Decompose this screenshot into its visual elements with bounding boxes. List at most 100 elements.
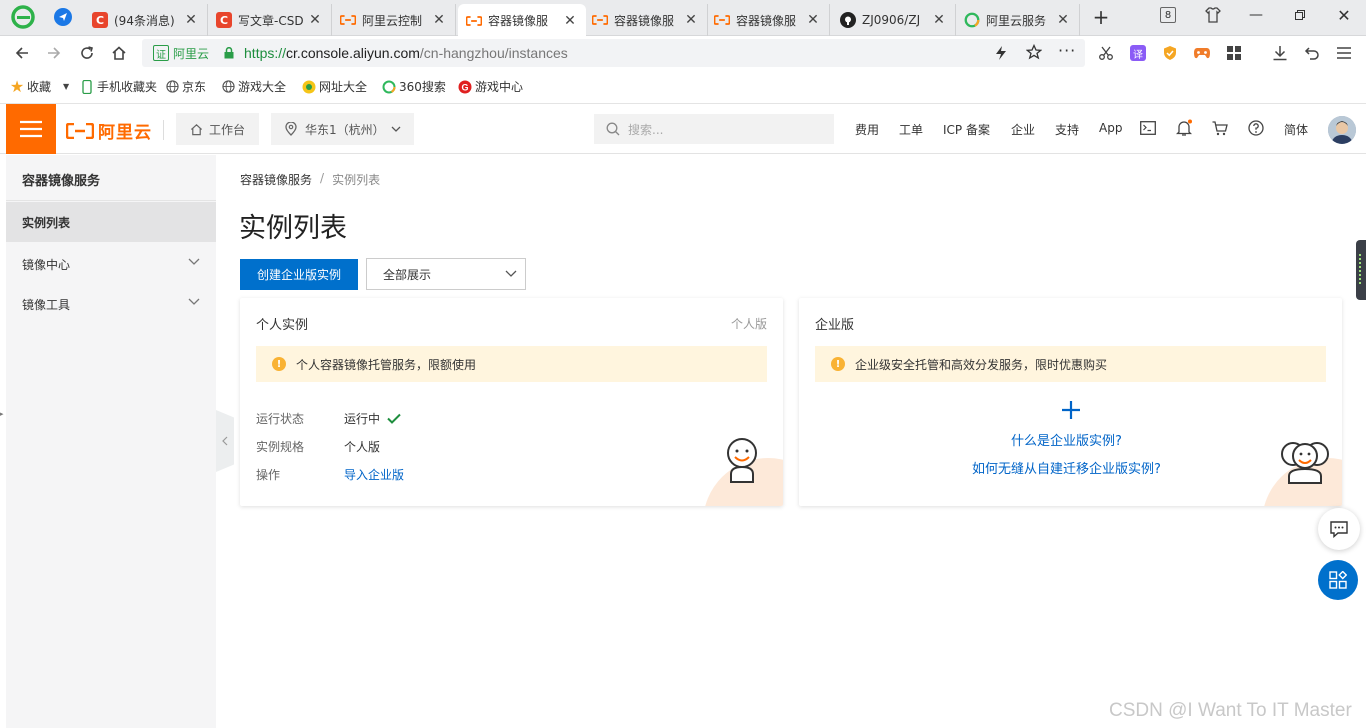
nav-support[interactable]: 支持 bbox=[1055, 121, 1079, 138]
lightning-icon[interactable] bbox=[994, 45, 1008, 61]
breadcrumb-item-service[interactable]: 容器镜像服务 bbox=[240, 171, 312, 188]
browser-tab[interactable]: C 写文章-CSD ✕ bbox=[208, 4, 332, 36]
nav-enterprise[interactable]: 企业 bbox=[1011, 121, 1035, 138]
tab-close-icon[interactable]: ✕ bbox=[683, 12, 699, 28]
url-field[interactable]: 证 阿里云 https://cr.console.aliyun.com/cn-h… bbox=[142, 39, 1085, 67]
sidebar-item-instances[interactable]: 实例列表 bbox=[6, 202, 216, 242]
tab-close-icon[interactable]: ✕ bbox=[307, 12, 323, 28]
bookmark-label: 京东 bbox=[182, 80, 207, 94]
chevron-down-icon bbox=[188, 258, 200, 265]
status-text: 运行中 bbox=[344, 412, 381, 426]
more-options-icon[interactable]: ··· bbox=[1058, 41, 1076, 60]
right-side-scroll-tab[interactable] bbox=[1356, 240, 1366, 300]
certificate-badge[interactable]: 证 阿里云 bbox=[150, 45, 212, 62]
tab-close-icon[interactable]: ✕ bbox=[1055, 12, 1071, 28]
gamepad-icon[interactable] bbox=[1192, 44, 1212, 62]
sidebar-item-image-center[interactable]: 镜像中心 bbox=[6, 244, 216, 284]
notice-text: 个人容器镜像托管服务，限额使用 bbox=[296, 357, 477, 372]
sidebar-collapse-handle[interactable] bbox=[216, 410, 234, 472]
aliyun-logo[interactable]: 阿里云 bbox=[66, 118, 152, 143]
home-icon[interactable] bbox=[107, 41, 131, 65]
globe-icon bbox=[221, 80, 235, 94]
translate-icon[interactable]: 译 bbox=[1128, 44, 1148, 62]
tab-close-icon[interactable]: ✕ bbox=[431, 12, 447, 28]
personal-instance-card[interactable]: 个人实例 个人版 ! 个人容器镜像托管服务，限额使用 运行状态 运行中 实例规格… bbox=[240, 298, 783, 506]
browser-tab[interactable]: 阿里云控制 ✕ bbox=[332, 4, 456, 36]
bookmark-360[interactable]: 360搜索 bbox=[382, 78, 446, 95]
nav-ticket[interactable]: 工单 bbox=[899, 121, 923, 138]
bookmark-mobile[interactable]: 手机收藏夹 bbox=[80, 78, 157, 95]
browser-tab[interactable]: 阿里云服务 ✕ bbox=[956, 4, 1080, 36]
bookmark-sites[interactable]: 网址大全 bbox=[302, 78, 367, 95]
new-tab-button[interactable]: + bbox=[1090, 5, 1112, 29]
spec-label: 实例规格 bbox=[256, 440, 305, 454]
browser-tab[interactable]: 容器镜像服 ✕ bbox=[584, 4, 708, 36]
nav-billing[interactable]: 费用 bbox=[855, 121, 879, 138]
shield-icon[interactable] bbox=[1160, 44, 1180, 62]
pinned-tab-icon[interactable] bbox=[54, 8, 72, 26]
terminal-icon[interactable] bbox=[1140, 121, 1156, 135]
undo-icon[interactable] bbox=[1302, 44, 1322, 62]
bookmark-label: 游戏中心 bbox=[475, 80, 524, 94]
language-switch[interactable]: 简体 bbox=[1284, 121, 1308, 138]
tab-close-icon[interactable]: ✕ bbox=[931, 12, 947, 28]
scissors-icon[interactable] bbox=[1096, 44, 1116, 62]
bookmark-favorites[interactable]: ★ 收藏 ▼ bbox=[9, 77, 69, 96]
help-icon[interactable] bbox=[1248, 120, 1264, 136]
aliyun-icon bbox=[340, 12, 356, 28]
forward-arrow-icon[interactable] bbox=[42, 41, 66, 65]
browser-logo-icon[interactable] bbox=[10, 4, 36, 30]
bookmark-game-center[interactable]: G 游戏中心 bbox=[458, 78, 523, 95]
bookmark-label: 游戏大全 bbox=[238, 80, 287, 94]
aliyun-icon bbox=[714, 12, 730, 28]
bookmark-label: 网址大全 bbox=[319, 80, 368, 94]
console-search-input[interactable]: 搜索... bbox=[594, 114, 834, 144]
browser-tab[interactable]: 容器镜像服 ✕ bbox=[458, 4, 586, 37]
close-window-button[interactable]: ✕ bbox=[1322, 0, 1366, 30]
star-icon[interactable] bbox=[1026, 44, 1042, 60]
cart-icon[interactable] bbox=[1212, 121, 1228, 136]
bell-icon[interactable] bbox=[1176, 119, 1192, 137]
tab-close-icon[interactable]: ✕ bbox=[562, 13, 578, 29]
tab-title: 写文章-CSD bbox=[238, 13, 304, 28]
notice-text: 企业级安全托管和高效分发服务，限时优惠购买 bbox=[855, 357, 1108, 372]
tab-close-icon[interactable]: ✕ bbox=[805, 12, 821, 28]
back-arrow-icon[interactable] bbox=[10, 41, 34, 65]
nav-icp[interactable]: ICP 备案 bbox=[943, 121, 990, 138]
shirt-icon[interactable] bbox=[1204, 6, 1222, 24]
apps-float-button[interactable] bbox=[1318, 560, 1358, 600]
import-enterprise-link[interactable]: 导入企业版 bbox=[344, 466, 404, 483]
star-filled-icon: ★ bbox=[9, 77, 25, 96]
minimize-button[interactable]: — bbox=[1234, 0, 1278, 30]
what-is-enterprise-link[interactable]: 什么是企业版实例? bbox=[799, 430, 1334, 449]
avatar[interactable] bbox=[1328, 116, 1356, 144]
migration-guide-link[interactable]: 如何无缝从自建迁移企业版实例? bbox=[799, 458, 1334, 477]
tab-close-icon[interactable]: ✕ bbox=[183, 12, 199, 28]
reload-icon[interactable] bbox=[75, 41, 99, 65]
url-text: https://cr.console.aliyun.com/cn-hangzho… bbox=[244, 45, 568, 61]
apps-grid-icon[interactable] bbox=[1224, 44, 1244, 62]
browser-tab[interactable]: 容器镜像服 ✕ bbox=[706, 4, 830, 36]
create-enterprise-instance-button[interactable]: 创建企业版实例 bbox=[240, 259, 358, 290]
workbench-button[interactable]: 工作台 bbox=[176, 113, 259, 145]
feedback-button[interactable] bbox=[1318, 508, 1360, 550]
warning-icon: ! bbox=[272, 357, 286, 371]
browser-tab[interactable]: ZJ0906/ZJ ✕ bbox=[832, 4, 956, 36]
tab-count-badge[interactable]: 8 bbox=[1160, 7, 1176, 23]
bookmark-jd[interactable]: 京东 bbox=[165, 78, 206, 95]
filter-select[interactable]: 全部展示 bbox=[366, 258, 526, 290]
add-instance-plus-icon[interactable] bbox=[1061, 400, 1081, 420]
nav-app[interactable]: App bbox=[1099, 121, 1122, 135]
menu-icon[interactable] bbox=[1334, 44, 1354, 62]
maximize-button[interactable] bbox=[1278, 0, 1322, 30]
browser-tab[interactable]: C (94条消息) ✕ bbox=[84, 4, 208, 36]
bookmark-games[interactable]: 游戏大全 bbox=[221, 78, 286, 95]
sidebar-item-image-tools[interactable]: 镜像工具 bbox=[6, 284, 216, 324]
page-title: 实例列表 bbox=[239, 213, 347, 244]
svg-text:G: G bbox=[461, 82, 468, 92]
region-selector[interactable]: 华东1（杭州） bbox=[271, 113, 414, 145]
hamburger-menu-button[interactable] bbox=[6, 104, 56, 154]
enterprise-instance-card[interactable]: 企业版 ! 企业级安全托管和高效分发服务，限时优惠购买 什么是企业版实例? 如何… bbox=[799, 298, 1342, 506]
scroll-tab-marks bbox=[1359, 254, 1361, 284]
download-icon[interactable] bbox=[1270, 44, 1290, 62]
